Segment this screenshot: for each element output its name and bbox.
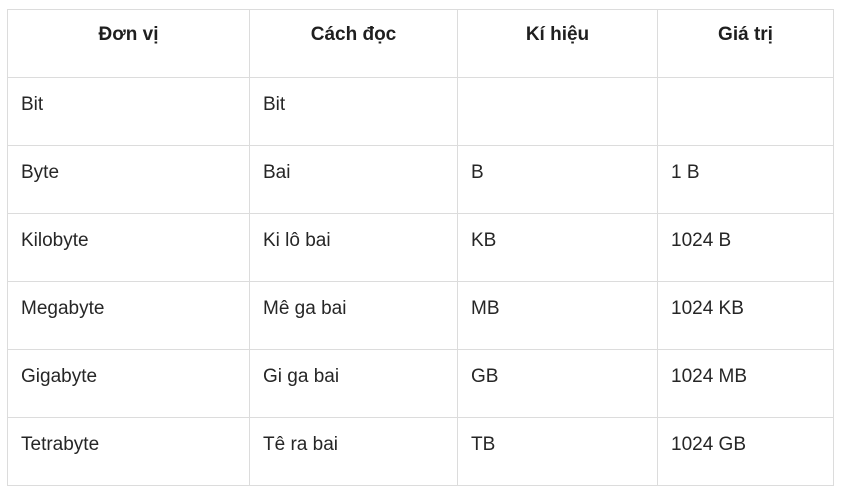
cell-unit: Kilobyte xyxy=(7,213,250,282)
table-row: Byte Bai B 1 B xyxy=(7,145,834,214)
table-row: Bit Bit xyxy=(7,77,834,146)
cell-unit: Bit xyxy=(7,77,250,146)
header-symbol: Kí hiệu xyxy=(457,9,658,78)
cell-symbol: GB xyxy=(457,349,658,418)
cell-value: 1024 B xyxy=(657,213,834,282)
header-row: Đơn vị Cách đọc Kí hiệu Giá trị xyxy=(7,9,834,78)
cell-value: 1 B xyxy=(657,145,834,214)
cell-pronunciation: Ki lô bai xyxy=(249,213,458,282)
cell-symbol: TB xyxy=(457,417,658,486)
cell-symbol: B xyxy=(457,145,658,214)
cell-value xyxy=(657,77,834,146)
cell-unit: Tetrabyte xyxy=(7,417,250,486)
data-units-table: Đơn vị Cách đọc Kí hiệu Giá trị Bit Bit … xyxy=(7,9,834,486)
cell-pronunciation: Mê ga bai xyxy=(249,281,458,350)
table-row: Gigabyte Gi ga bai GB 1024 MB xyxy=(7,349,834,418)
cell-symbol: KB xyxy=(457,213,658,282)
table-body: Bit Bit Byte Bai B 1 B Kilobyte Ki lô ba… xyxy=(7,77,834,486)
table-row: Kilobyte Ki lô bai KB 1024 B xyxy=(7,213,834,282)
table-header: Đơn vị Cách đọc Kí hiệu Giá trị xyxy=(7,9,834,78)
cell-symbol xyxy=(457,77,658,146)
cell-value: 1024 KB xyxy=(657,281,834,350)
cell-value: 1024 GB xyxy=(657,417,834,486)
cell-value: 1024 MB xyxy=(657,349,834,418)
cell-unit: Megabyte xyxy=(7,281,250,350)
cell-pronunciation: Bai xyxy=(249,145,458,214)
cell-symbol: MB xyxy=(457,281,658,350)
cell-pronunciation: Bit xyxy=(249,77,458,146)
header-unit: Đơn vị xyxy=(7,9,250,78)
table-row: Tetrabyte Tê ra bai TB 1024 GB xyxy=(7,417,834,486)
header-pronunciation: Cách đọc xyxy=(249,9,458,78)
table-row: Megabyte Mê ga bai MB 1024 KB xyxy=(7,281,834,350)
cell-unit: Gigabyte xyxy=(7,349,250,418)
cell-pronunciation: Gi ga bai xyxy=(249,349,458,418)
header-value: Giá trị xyxy=(657,9,834,78)
cell-unit: Byte xyxy=(7,145,250,214)
cell-pronunciation: Tê ra bai xyxy=(249,417,458,486)
data-units-table-container: Đơn vị Cách đọc Kí hiệu Giá trị Bit Bit … xyxy=(7,9,834,486)
